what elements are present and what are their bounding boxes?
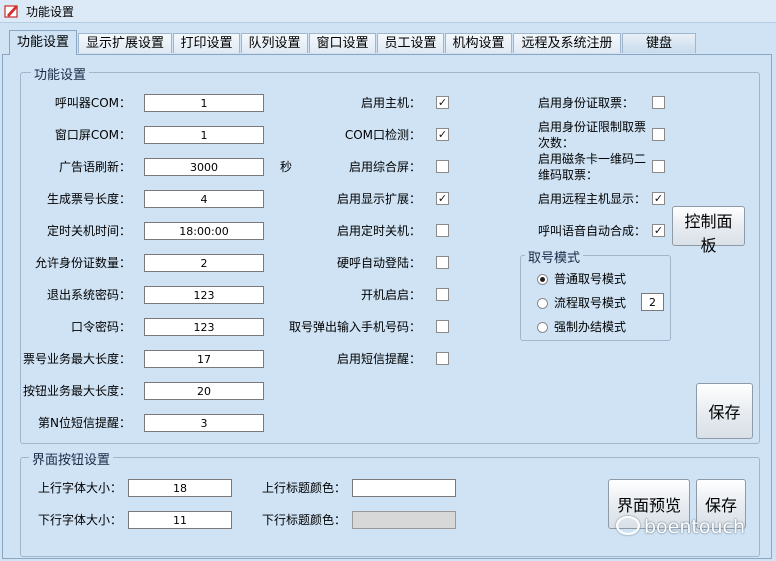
prompt-phone-number-checkbox[interactable] — [436, 320, 449, 333]
button-group-title: 界面按钮设置 — [29, 449, 114, 468]
enable-timed-shutdown-checkbox[interactable] — [436, 224, 449, 237]
tab-keyboard[interactable]: 键盘 — [622, 33, 696, 53]
remote-host-display-label: 启用远程主机显示： — [538, 192, 647, 206]
ad-refresh-input[interactable] — [144, 158, 264, 176]
enable-host-label: 启用主机： — [360, 96, 421, 110]
hard-call-auto-login-label: 硬呼自动登陆： — [336, 256, 421, 270]
id-card-limit-label-line2: 次数： — [538, 136, 575, 150]
enable-sms-reminder-checkbox[interactable] — [436, 352, 449, 365]
bottom-font-size-input[interactable] — [128, 511, 232, 529]
process-ticket-mode-radio[interactable] — [537, 298, 548, 309]
bottom-title-color-input[interactable] — [352, 511, 456, 529]
forced-completion-mode-label: 强制办结模式 — [554, 320, 627, 334]
card-code-ticket-checkbox[interactable] — [652, 160, 665, 173]
tab-queue-settings[interactable]: 队列设置 — [241, 33, 308, 53]
process-ticket-mode-label: 流程取号模式 — [554, 296, 627, 310]
id-card-count-label: 允许身份证数量： — [34, 256, 131, 270]
title-bar: 功能设置 — [0, 0, 776, 23]
save-function-settings-button[interactable]: 保存 — [696, 383, 753, 439]
ticket-business-maxlen-label: 票号业务最大长度： — [22, 352, 131, 366]
voice-auto-synthesis-label: 呼叫语音自动合成： — [538, 224, 647, 238]
enable-display-extension-checkbox[interactable]: ✓ — [436, 192, 449, 205]
top-font-size-input[interactable] — [128, 479, 232, 497]
tab-function-settings[interactable]: 功能设置 — [9, 30, 77, 55]
nth-sms-reminder-input[interactable] — [144, 414, 264, 432]
bottom-title-color-label: 下行标题颜色： — [261, 513, 346, 527]
passphrase-label: 口令密码： — [70, 320, 131, 334]
caller-com-input[interactable] — [144, 94, 264, 112]
enable-sms-reminder-label: 启用短信提醒： — [336, 352, 421, 366]
app-icon — [4, 5, 18, 18]
ticket-length-input[interactable] — [144, 190, 264, 208]
normal-ticket-mode-radio[interactable] — [537, 274, 548, 285]
remote-host-display-checkbox[interactable]: ✓ — [652, 192, 665, 205]
button-business-maxlen-label: 按钮业务最大长度： — [22, 384, 131, 398]
id-card-limit-checkbox[interactable] — [652, 128, 665, 141]
passphrase-input[interactable] — [144, 318, 264, 336]
tab-remote-registration[interactable]: 远程及系统注册 — [513, 33, 621, 53]
nth-sms-reminder-label: 第N位短信提醒： — [38, 416, 131, 430]
card-code-ticket-label: 启用磁条卡一维码二 — [538, 152, 647, 166]
com-check-label: COM口检测： — [344, 128, 421, 142]
id-card-count-input[interactable] — [144, 254, 264, 272]
watermark-text: boentouch — [644, 516, 746, 538]
card-code-ticket-label-line2: 维码取票： — [538, 168, 599, 182]
ad-refresh-unit: 秒 — [280, 160, 293, 174]
tab-strip: 功能设置 显示扩展设置 打印设置 队列设置 窗口设置 员工设置 机构设置 远程及… — [0, 30, 776, 55]
window-screen-com-label: 窗口屏COM： — [54, 128, 131, 142]
bottom-font-size-label: 下行字体大小： — [37, 513, 122, 527]
id-card-ticket-label: 启用身份证取票： — [538, 96, 635, 110]
tab-staff-settings[interactable]: 员工设置 — [377, 33, 444, 53]
watermark: boentouch — [616, 516, 745, 538]
process-ticket-mode-input[interactable] — [641, 293, 664, 311]
exit-password-input[interactable] — [144, 286, 264, 304]
ticket-length-label: 生成票号长度： — [46, 192, 131, 206]
enable-display-extension-label: 启用显示扩展： — [336, 192, 421, 206]
enable-timed-shutdown-label: 启用定时关机： — [336, 224, 421, 238]
enable-combined-screen-checkbox[interactable] — [436, 160, 449, 173]
ticket-business-maxlen-input[interactable] — [144, 350, 264, 368]
window-title: 功能设置 — [26, 5, 75, 19]
id-card-ticket-checkbox[interactable] — [652, 96, 665, 109]
shutdown-time-label: 定时关机时间： — [46, 224, 131, 238]
boot-start-label: 开机启启： — [360, 288, 421, 302]
tab-print-settings[interactable]: 打印设置 — [173, 33, 240, 53]
tab-org-settings[interactable]: 机构设置 — [445, 33, 512, 53]
normal-ticket-mode-label: 普通取号模式 — [554, 272, 627, 286]
window-screen-com-input[interactable] — [144, 126, 264, 144]
id-card-limit-label: 启用身份证限制取票 — [538, 120, 647, 134]
function-group-title: 功能设置 — [31, 64, 90, 83]
wechat-icon — [616, 516, 640, 535]
voice-auto-synthesis-checkbox[interactable]: ✓ — [652, 224, 665, 237]
top-font-size-label: 上行字体大小： — [37, 481, 122, 495]
com-check-checkbox[interactable]: ✓ — [436, 128, 449, 141]
shutdown-time-input[interactable] — [144, 222, 264, 240]
forced-completion-mode-radio[interactable] — [537, 322, 548, 333]
button-business-maxlen-input[interactable] — [144, 382, 264, 400]
ad-refresh-label: 广告语刷新： — [58, 160, 131, 174]
enable-host-checkbox[interactable]: ✓ — [436, 96, 449, 109]
top-title-color-input[interactable] — [352, 479, 456, 497]
exit-password-label: 退出系统密码： — [46, 288, 131, 302]
enable-combined-screen-label: 启用综合屏： — [348, 160, 421, 174]
control-panel-button[interactable]: 控制面板 — [672, 206, 745, 255]
tab-window-settings[interactable]: 窗口设置 — [309, 33, 376, 53]
tab-display-extension[interactable]: 显示扩展设置 — [78, 33, 172, 53]
ticket-mode-title: 取号模式 — [525, 247, 584, 266]
boot-start-checkbox[interactable] — [436, 288, 449, 301]
hard-call-auto-login-checkbox[interactable] — [436, 256, 449, 269]
caller-com-label: 呼叫器COM： — [54, 96, 131, 110]
prompt-phone-number-label: 取号弹出输入手机号码： — [288, 320, 421, 334]
top-title-color-label: 上行标题颜色： — [261, 481, 346, 495]
